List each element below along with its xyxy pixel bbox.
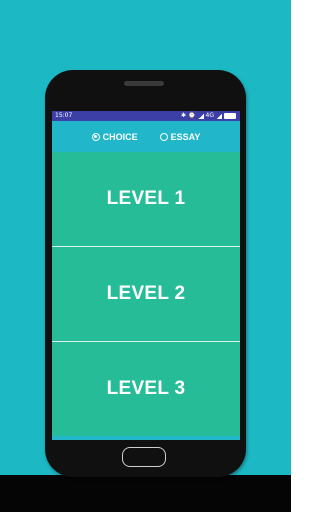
choice-radio-option[interactable]: CHOICE (91, 131, 138, 142)
phone-frame: 15:07 ✱ ⌚ 4G CHOICE ESSAY LEVEL 1 LEVEL (45, 70, 246, 477)
battery-icon (224, 113, 236, 119)
bluetooth-icon: ✱ (181, 112, 187, 119)
speaker-grille (124, 81, 164, 86)
alarm-icon: ⌚ (188, 112, 196, 119)
level-3-button[interactable]: LEVEL 3 (52, 342, 240, 436)
status-time: 15:07 (55, 112, 73, 119)
home-button[interactable] (122, 447, 166, 467)
radio-unchecked-icon[interactable] (159, 132, 168, 141)
level-2-button[interactable]: LEVEL 2 (52, 247, 240, 342)
essay-radio-option[interactable]: ESSAY (159, 131, 201, 142)
status-bar: 15:07 ✱ ⌚ 4G (52, 111, 240, 121)
wifi-signal-icon (216, 113, 222, 119)
app-screen: 15:07 ✱ ⌚ 4G CHOICE ESSAY LEVEL 1 LEVEL (52, 111, 240, 440)
network-type: 4G (205, 112, 214, 119)
bottom-bar (0, 475, 291, 512)
level-list: LEVEL 1 LEVEL 2 LEVEL 3 (52, 152, 240, 436)
mode-selector: CHOICE ESSAY (52, 121, 240, 152)
essay-label: ESSAY (170, 131, 201, 142)
status-icons: ✱ ⌚ 4G (181, 111, 236, 121)
level-1-button[interactable]: LEVEL 1 (52, 152, 240, 247)
signal-icon (197, 113, 204, 119)
radio-checked-icon[interactable] (91, 132, 100, 141)
choice-label: CHOICE (102, 131, 138, 142)
